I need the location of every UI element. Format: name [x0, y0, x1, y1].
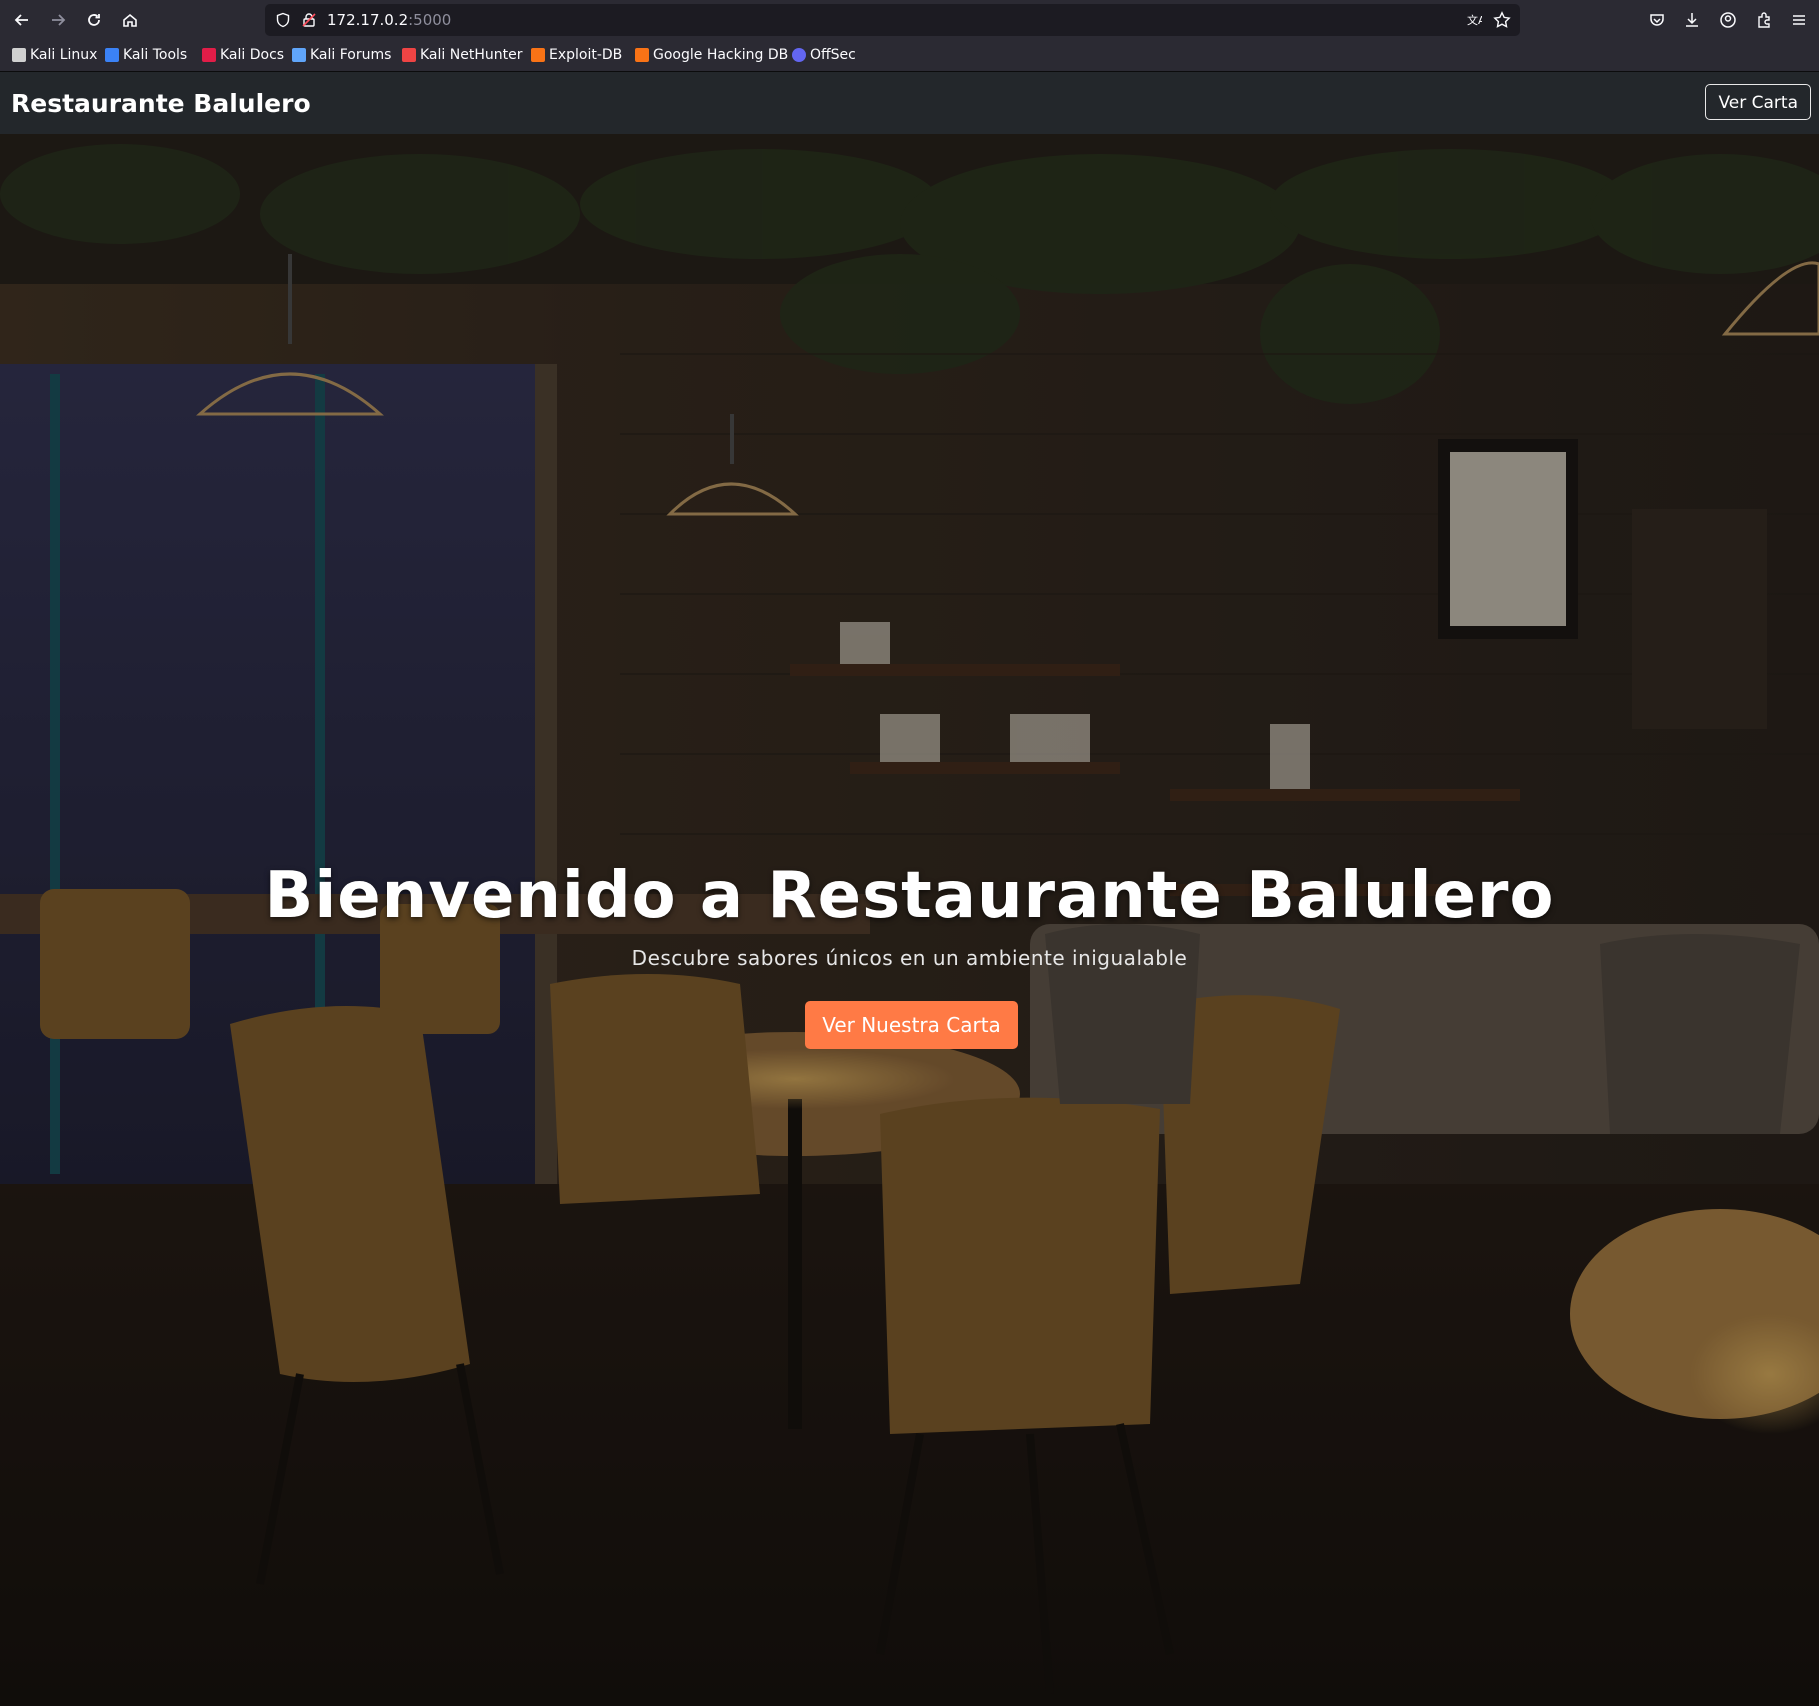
- forward-arrow-icon: [52, 14, 66, 26]
- reload-icon: [88, 14, 100, 26]
- bookmark-label: Exploit-DB: [549, 47, 623, 63]
- kali-forums-icon: [292, 48, 306, 62]
- bookmark-label: Kali Linux: [30, 47, 98, 63]
- insecure-lock-icon: [299, 10, 319, 30]
- bookmark-google-hacking-db[interactable]: Google Hacking DB: [635, 47, 788, 63]
- downloads-icon[interactable]: [1680, 8, 1704, 32]
- bookmark-exploit-db[interactable]: Exploit-DB: [531, 47, 622, 63]
- bookmark-label: Kali NetHunter: [420, 47, 523, 63]
- bookmark-kali-nethunter[interactable]: Kali NetHunter: [402, 47, 522, 63]
- hero-title: Bienvenido a Restaurante Balulero: [264, 859, 1555, 933]
- url-port: :5000: [408, 11, 452, 29]
- back-arrow-icon: [14, 14, 28, 26]
- kali-docs-icon: [202, 48, 216, 62]
- menu-icon[interactable]: [1787, 8, 1811, 32]
- bookmark-label: Google Hacking DB: [653, 47, 789, 63]
- home-button[interactable]: [116, 6, 144, 34]
- ghdb-icon: [635, 48, 649, 62]
- home-icon: [123, 13, 137, 27]
- bookmark-kali-linux[interactable]: Kali Linux: [12, 47, 97, 63]
- svg-text:文A: 文A: [1467, 13, 1482, 27]
- back-button[interactable]: [8, 6, 36, 34]
- hero-subtitle: Descubre sabores únicos en un ambiente i…: [631, 946, 1188, 970]
- bookmark-kali-forums[interactable]: Kali Forums: [292, 47, 391, 63]
- site-brand[interactable]: Restaurante Balulero: [11, 89, 311, 118]
- shield-icon: [273, 10, 293, 30]
- extensions-icon[interactable]: [1752, 8, 1776, 32]
- bookmark-kali-docs[interactable]: Kali Docs: [202, 47, 284, 63]
- offsec-icon: [792, 48, 806, 62]
- bookmark-label: Kali Forums: [310, 47, 392, 63]
- address-bar[interactable]: 172.17.0.2:5000 文A: [265, 4, 1520, 36]
- pocket-icon[interactable]: [1645, 8, 1669, 32]
- bookmark-label: Kali Docs: [220, 47, 285, 63]
- ver-carta-button[interactable]: Ver Carta: [1705, 84, 1811, 120]
- bookmark-star-icon[interactable]: [1492, 10, 1512, 30]
- url-host: 172.17.0.2: [327, 11, 409, 29]
- site-navbar: Restaurante Balulero Ver Carta: [0, 72, 1819, 134]
- bookmark-label: OffSec: [810, 47, 856, 63]
- account-icon[interactable]: [1716, 8, 1740, 32]
- nethunter-icon: [402, 48, 416, 62]
- bookmark-kali-tools[interactable]: Kali Tools: [105, 47, 187, 63]
- translate-icon[interactable]: 文A: [1464, 10, 1484, 30]
- page-viewport: Restaurante Balulero Ver Carta Bienvenid…: [0, 72, 1819, 1706]
- reload-button[interactable]: [80, 6, 108, 34]
- url-text: 172.17.0.2:5000: [327, 11, 451, 29]
- bookmark-label: Kali Tools: [123, 47, 188, 63]
- kali-tools-icon: [105, 48, 119, 62]
- exploit-db-icon: [531, 48, 545, 62]
- bookmark-offsec[interactable]: OffSec: [792, 47, 856, 63]
- hero-section: Bienvenido a Restaurante Balulero Descub…: [0, 134, 1819, 1706]
- bookmarks-toolbar: Kali Linux Kali Tools Kali Docs Kali For…: [0, 40, 1819, 72]
- browser-toolbar: 172.17.0.2:5000 文A: [0, 0, 1819, 40]
- ver-nuestra-carta-button[interactable]: Ver Nuestra Carta: [805, 1001, 1018, 1049]
- kali-dragon-icon: [12, 48, 26, 62]
- forward-button[interactable]: [44, 6, 72, 34]
